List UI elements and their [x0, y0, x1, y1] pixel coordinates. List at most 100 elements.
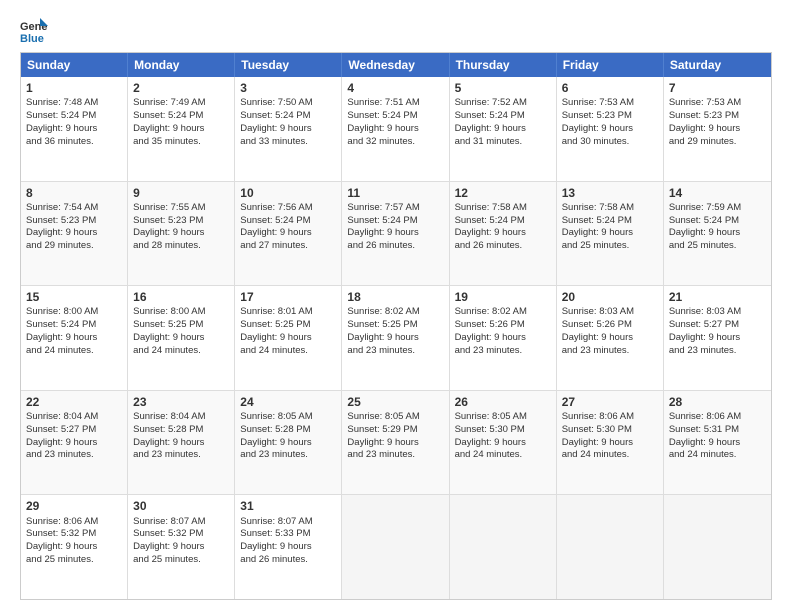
day-info: Daylight: 9 hours: [133, 437, 229, 450]
day-info: Sunset: 5:24 PM: [240, 215, 336, 228]
day-header-thursday: Thursday: [450, 53, 557, 77]
day-info: Sunrise: 8:06 AM: [26, 516, 122, 529]
day-info: Sunrise: 7:58 AM: [455, 202, 551, 215]
day-info: Daylight: 9 hours: [562, 123, 658, 136]
day-info: Sunrise: 8:05 AM: [455, 411, 551, 424]
day-number: 17: [240, 289, 336, 305]
day-info: Sunrise: 7:55 AM: [133, 202, 229, 215]
day-info: and 25 minutes.: [133, 554, 229, 567]
calendar-cell: 29Sunrise: 8:06 AMSunset: 5:32 PMDayligh…: [21, 495, 128, 599]
day-info: Sunrise: 8:06 AM: [669, 411, 766, 424]
day-info: Sunrise: 7:56 AM: [240, 202, 336, 215]
calendar-cell: 11Sunrise: 7:57 AMSunset: 5:24 PMDayligh…: [342, 182, 449, 286]
day-info: Sunset: 5:30 PM: [562, 424, 658, 437]
day-info: Daylight: 9 hours: [133, 123, 229, 136]
day-info: Daylight: 9 hours: [562, 437, 658, 450]
day-info: Sunrise: 8:05 AM: [240, 411, 336, 424]
day-info: Sunset: 5:28 PM: [133, 424, 229, 437]
day-info: and 29 minutes.: [26, 240, 122, 253]
calendar-cell: 10Sunrise: 7:56 AMSunset: 5:24 PMDayligh…: [235, 182, 342, 286]
day-info: Sunrise: 8:00 AM: [133, 306, 229, 319]
day-info: Sunset: 5:25 PM: [240, 319, 336, 332]
day-info: Daylight: 9 hours: [347, 227, 443, 240]
logo-icon: General Blue: [20, 16, 48, 44]
day-info: and 33 minutes.: [240, 136, 336, 149]
day-info: and 25 minutes.: [562, 240, 658, 253]
day-info: Daylight: 9 hours: [26, 437, 122, 450]
calendar-header: SundayMondayTuesdayWednesdayThursdayFrid…: [21, 53, 771, 77]
day-info: Daylight: 9 hours: [669, 123, 766, 136]
day-info: Sunrise: 8:03 AM: [669, 306, 766, 319]
calendar-cell: 8Sunrise: 7:54 AMSunset: 5:23 PMDaylight…: [21, 182, 128, 286]
day-info: Sunrise: 8:04 AM: [133, 411, 229, 424]
day-number: 18: [347, 289, 443, 305]
calendar-cell: [557, 495, 664, 599]
day-info: Daylight: 9 hours: [669, 437, 766, 450]
day-info: Daylight: 9 hours: [240, 437, 336, 450]
calendar-cell: [664, 495, 771, 599]
day-number: 11: [347, 185, 443, 201]
calendar-cell: 19Sunrise: 8:02 AMSunset: 5:26 PMDayligh…: [450, 286, 557, 390]
day-info: and 23 minutes.: [133, 449, 229, 462]
day-info: Sunrise: 7:51 AM: [347, 97, 443, 110]
day-info: Daylight: 9 hours: [133, 541, 229, 554]
calendar-cell: 27Sunrise: 8:06 AMSunset: 5:30 PMDayligh…: [557, 391, 664, 495]
day-info: and 23 minutes.: [347, 449, 443, 462]
day-info: Sunrise: 7:57 AM: [347, 202, 443, 215]
day-info: Sunset: 5:25 PM: [347, 319, 443, 332]
day-info: Daylight: 9 hours: [240, 123, 336, 136]
day-info: Sunset: 5:27 PM: [26, 424, 122, 437]
header: General Blue: [20, 16, 772, 44]
day-info: and 24 minutes.: [562, 449, 658, 462]
day-number: 5: [455, 80, 551, 96]
day-info: Sunrise: 8:01 AM: [240, 306, 336, 319]
calendar-cell: 2Sunrise: 7:49 AMSunset: 5:24 PMDaylight…: [128, 77, 235, 181]
day-info: Sunset: 5:30 PM: [455, 424, 551, 437]
day-info: Sunset: 5:23 PM: [669, 110, 766, 123]
day-number: 19: [455, 289, 551, 305]
day-info: Sunset: 5:23 PM: [562, 110, 658, 123]
calendar-week-3: 15Sunrise: 8:00 AMSunset: 5:24 PMDayligh…: [21, 286, 771, 391]
day-number: 26: [455, 394, 551, 410]
day-info: and 23 minutes.: [455, 345, 551, 358]
calendar-cell: 17Sunrise: 8:01 AMSunset: 5:25 PMDayligh…: [235, 286, 342, 390]
day-info: Daylight: 9 hours: [240, 227, 336, 240]
calendar-cell: [342, 495, 449, 599]
svg-text:Blue: Blue: [20, 33, 44, 44]
calendar-week-5: 29Sunrise: 8:06 AMSunset: 5:32 PMDayligh…: [21, 495, 771, 599]
day-number: 22: [26, 394, 122, 410]
day-info: and 24 minutes.: [240, 345, 336, 358]
day-info: Sunset: 5:24 PM: [26, 110, 122, 123]
day-info: Sunrise: 8:02 AM: [455, 306, 551, 319]
day-info: Sunrise: 7:54 AM: [26, 202, 122, 215]
day-info: Sunset: 5:24 PM: [455, 110, 551, 123]
calendar-cell: 12Sunrise: 7:58 AMSunset: 5:24 PMDayligh…: [450, 182, 557, 286]
day-info: Daylight: 9 hours: [455, 332, 551, 345]
calendar-cell: 4Sunrise: 7:51 AMSunset: 5:24 PMDaylight…: [342, 77, 449, 181]
day-info: Sunset: 5:24 PM: [562, 215, 658, 228]
day-header-wednesday: Wednesday: [342, 53, 449, 77]
day-info: Daylight: 9 hours: [669, 227, 766, 240]
day-number: 2: [133, 80, 229, 96]
calendar-cell: 30Sunrise: 8:07 AMSunset: 5:32 PMDayligh…: [128, 495, 235, 599]
calendar-cell: 3Sunrise: 7:50 AMSunset: 5:24 PMDaylight…: [235, 77, 342, 181]
day-info: Daylight: 9 hours: [455, 123, 551, 136]
day-info: Daylight: 9 hours: [562, 332, 658, 345]
day-info: Sunrise: 8:07 AM: [240, 516, 336, 529]
day-number: 4: [347, 80, 443, 96]
day-number: 13: [562, 185, 658, 201]
day-info: Sunrise: 8:07 AM: [133, 516, 229, 529]
day-info: Sunrise: 7:58 AM: [562, 202, 658, 215]
day-info: Sunrise: 8:04 AM: [26, 411, 122, 424]
day-info: Daylight: 9 hours: [562, 227, 658, 240]
day-info: and 26 minutes.: [455, 240, 551, 253]
day-info: Daylight: 9 hours: [133, 227, 229, 240]
day-number: 14: [669, 185, 766, 201]
day-number: 28: [669, 394, 766, 410]
day-info: Sunset: 5:26 PM: [562, 319, 658, 332]
day-number: 8: [26, 185, 122, 201]
day-info: Sunrise: 8:06 AM: [562, 411, 658, 424]
day-info: Daylight: 9 hours: [26, 332, 122, 345]
day-info: and 26 minutes.: [347, 240, 443, 253]
day-number: 12: [455, 185, 551, 201]
